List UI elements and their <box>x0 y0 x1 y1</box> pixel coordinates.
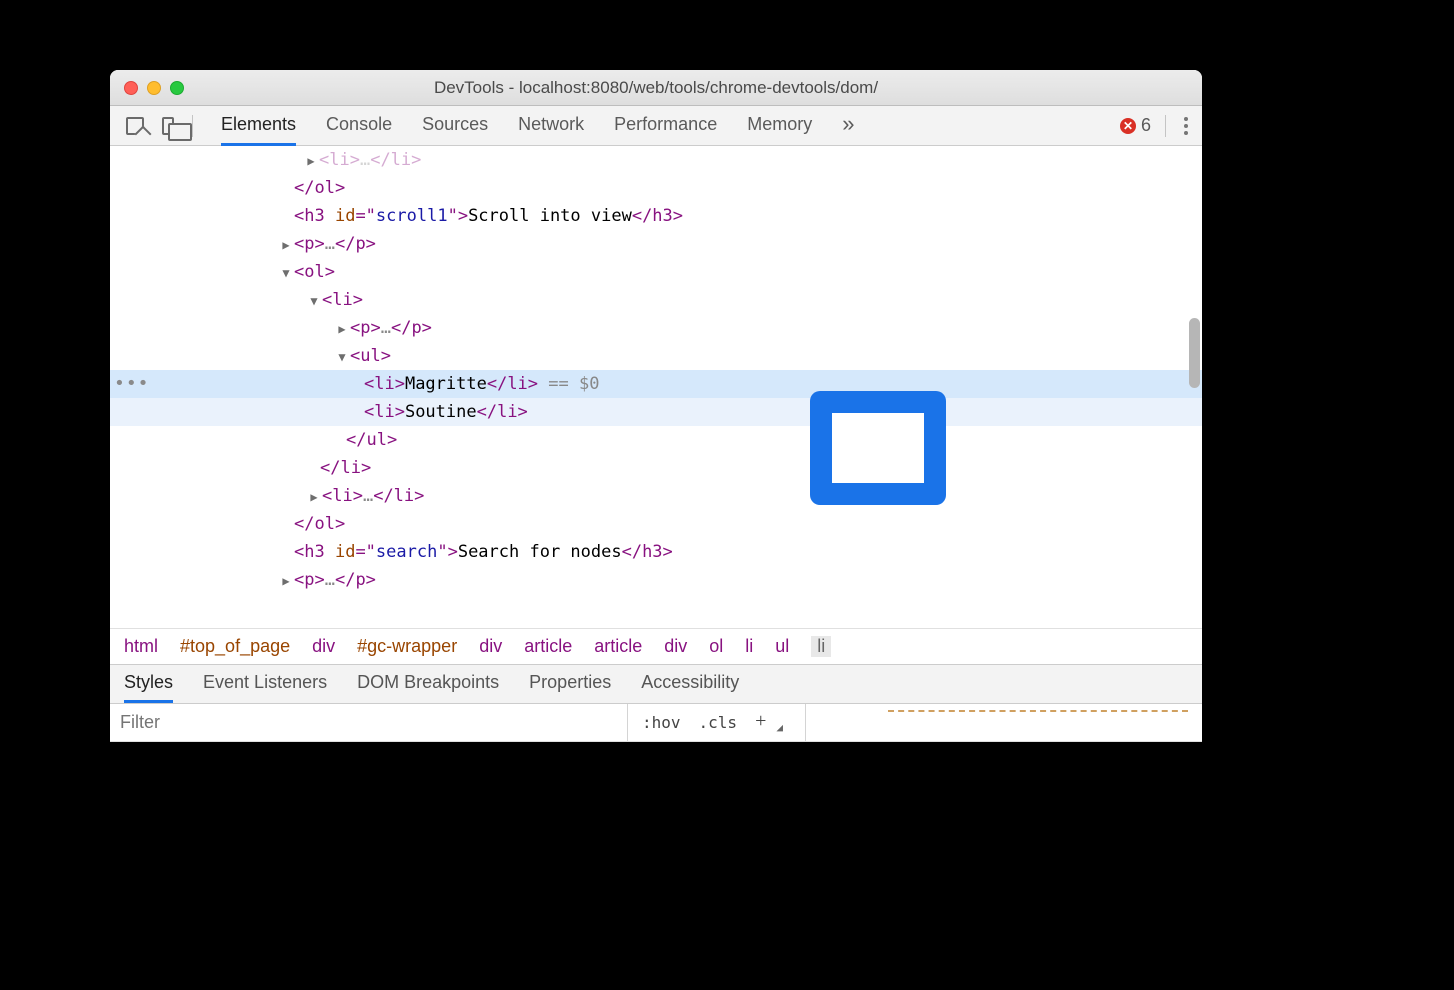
crumb-div[interactable]: div <box>479 636 502 657</box>
more-tabs-icon[interactable]: » <box>842 103 851 148</box>
crumb-article[interactable]: article <box>524 636 572 657</box>
dom-tree-line[interactable]: ▼<li> <box>110 286 1202 314</box>
dom-tree-line[interactable]: </ul> <box>110 426 1202 454</box>
crumb-html[interactable]: html <box>124 636 158 657</box>
main-toolbar: Elements Console Sources Network Perform… <box>110 106 1202 146</box>
window-title: DevTools - localhost:8080/web/tools/chro… <box>110 78 1202 98</box>
window-titlebar: DevTools - localhost:8080/web/tools/chro… <box>110 70 1202 106</box>
dom-tree-line[interactable]: <h3 id="search">Search for nodes</h3> <box>110 538 1202 566</box>
subtab-dom-breakpoints[interactable]: DOM Breakpoints <box>357 665 499 703</box>
toolbar-separator <box>192 115 193 137</box>
highlight-cue-icon <box>810 391 946 505</box>
disclosure-triangle-icon[interactable]: ▼ <box>280 259 292 287</box>
devtools-window: DevTools - localhost:8080/web/tools/chro… <box>110 70 1202 742</box>
corner-icon: ◢ <box>776 721 783 734</box>
dom-tree-line[interactable]: </ol> <box>110 174 1202 202</box>
crumb-top-of-page[interactable]: #top_of_page <box>180 636 290 657</box>
dom-tree-panel[interactable]: ▶<li>…</li></ol><h3 id="scroll1">Scroll … <box>110 146 1202 628</box>
scrollbar-thumb[interactable] <box>1189 318 1200 388</box>
dom-tree-line[interactable]: ▼<ul> <box>110 342 1202 370</box>
dom-tree-line[interactable]: ▶<p>…</p> <box>110 314 1202 342</box>
toolbar-separator <box>1165 115 1166 137</box>
minimize-window-button[interactable] <box>147 81 161 95</box>
dom-tree-line[interactable]: ▶<p>…</p> <box>110 230 1202 258</box>
tab-console[interactable]: Console <box>326 106 392 146</box>
crumb-article[interactable]: article <box>594 636 642 657</box>
subtab-event-listeners[interactable]: Event Listeners <box>203 665 327 703</box>
dom-tree-line[interactable]: •••<li>Magritte</li> == $0 <box>110 370 1202 398</box>
tab-network[interactable]: Network <box>518 106 584 146</box>
cls-toggle[interactable]: .cls <box>699 713 738 732</box>
line-actions-icon[interactable]: ••• <box>114 370 150 398</box>
dom-tree-line[interactable]: ▶<li>…</li> <box>110 482 1202 510</box>
device-toolbar-icon[interactable] <box>162 117 174 135</box>
new-style-rule-icon[interactable]: + <box>755 710 766 733</box>
disclosure-triangle-icon[interactable]: ▶ <box>280 231 292 259</box>
disclosure-triangle-icon[interactable]: ▶ <box>280 567 292 595</box>
crumb-gc-wrapper[interactable]: #gc-wrapper <box>357 636 457 657</box>
toolbar-left-icons <box>126 115 193 137</box>
crumb-li[interactable]: li <box>745 636 753 657</box>
dom-breadcrumb: html #top_of_page div #gc-wrapper div ar… <box>110 628 1202 664</box>
dom-tree-line[interactable]: ▶<p>…</p> <box>110 566 1202 594</box>
crumb-ol[interactable]: ol <box>709 636 723 657</box>
disclosure-triangle-icon[interactable]: ▶ <box>336 315 348 343</box>
inspect-element-icon[interactable] <box>126 117 144 135</box>
error-icon: ✕ <box>1120 118 1136 134</box>
styles-filter-input[interactable] <box>110 704 628 741</box>
dom-tree-line[interactable]: <h3 id="scroll1">Scroll into view</h3> <box>110 202 1202 230</box>
disclosure-triangle-icon[interactable]: ▼ <box>336 343 348 371</box>
box-model-area <box>806 704 1202 741</box>
panel-tabs: Elements Console Sources Network Perform… <box>221 103 851 148</box>
styles-filter-row: :hov .cls + ◢ <box>110 704 1202 742</box>
settings-menu-icon[interactable] <box>1180 117 1192 135</box>
dom-tree-line[interactable]: <li>Soutine</li> <box>110 398 1202 426</box>
subtab-properties[interactable]: Properties <box>529 665 611 703</box>
styles-subtabs: Styles Event Listeners DOM Breakpoints P… <box>110 664 1202 704</box>
dom-tree-line[interactable]: </li> <box>110 454 1202 482</box>
close-window-button[interactable] <box>124 81 138 95</box>
tab-elements[interactable]: Elements <box>221 106 296 146</box>
dom-tree-line[interactable]: </ol> <box>110 510 1202 538</box>
crumb-div[interactable]: div <box>664 636 687 657</box>
crumb-ul[interactable]: ul <box>775 636 789 657</box>
box-model-margin-outline <box>888 710 1188 714</box>
tab-sources[interactable]: Sources <box>422 106 488 146</box>
crumb-div[interactable]: div <box>312 636 335 657</box>
tab-memory[interactable]: Memory <box>747 106 812 146</box>
tab-performance[interactable]: Performance <box>614 106 717 146</box>
subtab-accessibility[interactable]: Accessibility <box>641 665 739 703</box>
error-badge[interactable]: ✕ 6 <box>1120 115 1151 136</box>
toolbar-right: ✕ 6 <box>1120 115 1192 137</box>
disclosure-triangle-icon[interactable]: ▼ <box>308 287 320 315</box>
dom-tree-line[interactable]: ▶<li>…</li> <box>110 146 1202 174</box>
disclosure-triangle-icon[interactable]: ▶ <box>308 483 320 511</box>
dom-tree-line[interactable]: ▼<ol> <box>110 258 1202 286</box>
error-count: 6 <box>1141 115 1151 136</box>
subtab-styles[interactable]: Styles <box>124 665 173 703</box>
hov-toggle[interactable]: :hov <box>642 713 681 732</box>
window-controls <box>124 81 184 95</box>
crumb-li-current[interactable]: li <box>811 636 831 657</box>
styles-filter-buttons: :hov .cls + ◢ <box>628 704 806 741</box>
zoom-window-button[interactable] <box>170 81 184 95</box>
disclosure-triangle-icon[interactable]: ▶ <box>305 147 317 175</box>
